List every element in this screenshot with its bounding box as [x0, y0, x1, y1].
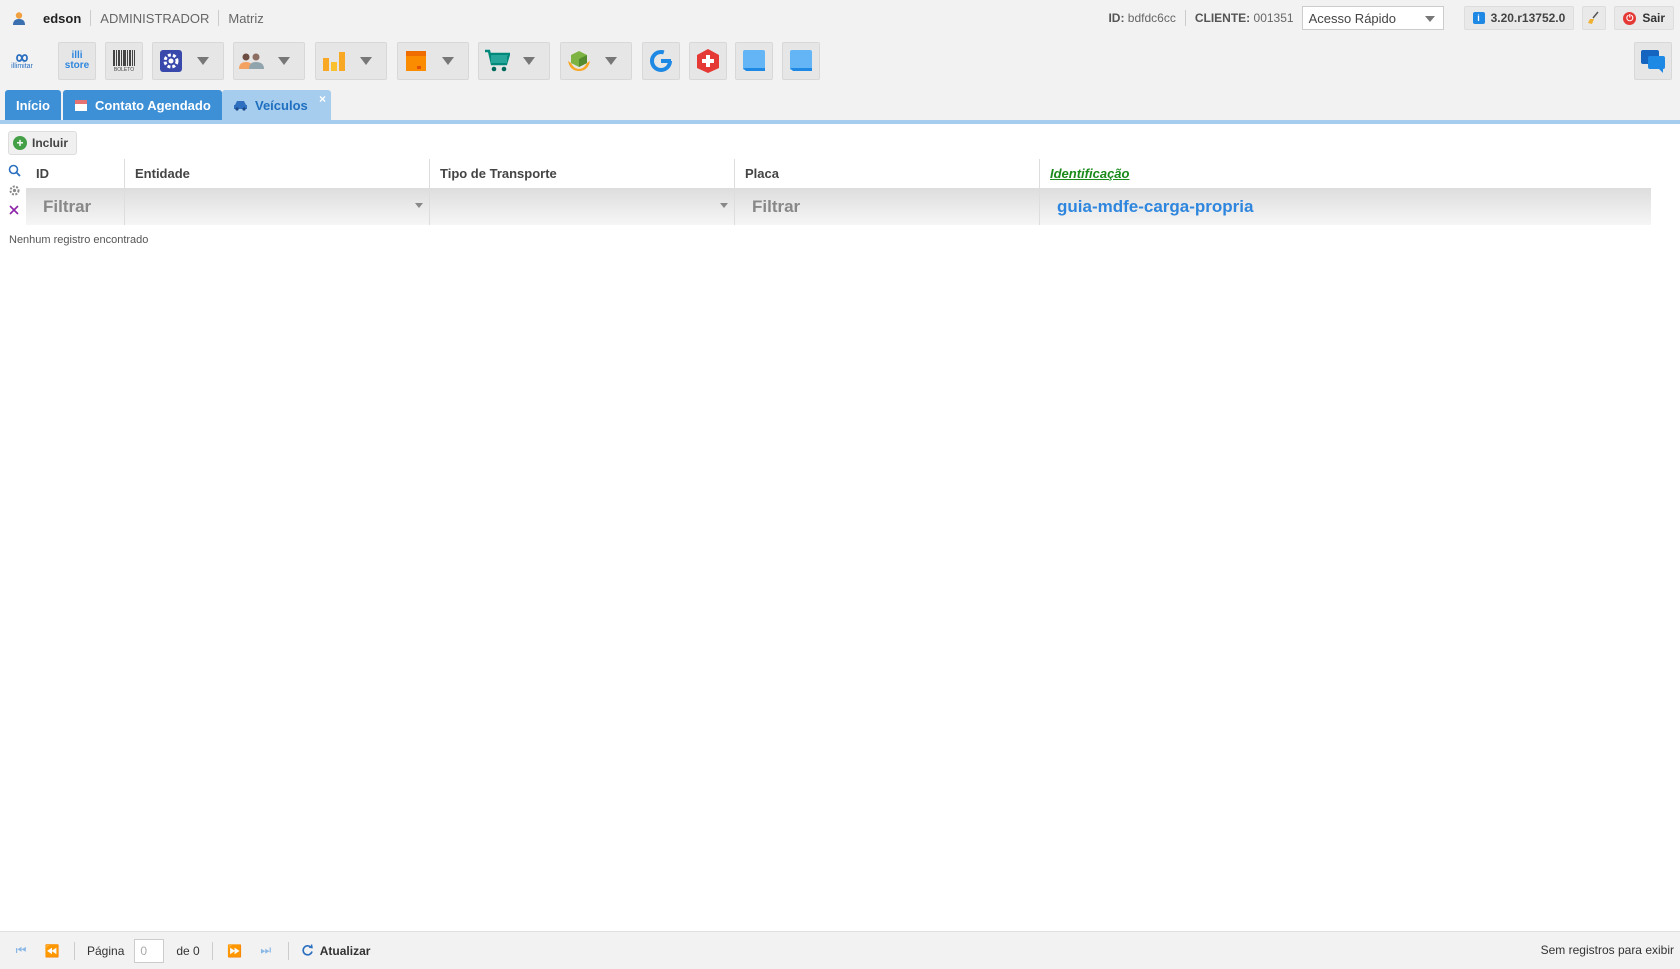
- tab-inicio[interactable]: Início: [5, 90, 61, 120]
- people-icon: [234, 43, 270, 79]
- vehicles-grid: ID Entidade Tipo de Transporte Placa Ide…: [26, 159, 1651, 225]
- chevron-down-icon[interactable]: [270, 43, 298, 79]
- clear-cache-button[interactable]: [1582, 6, 1607, 30]
- close-icon[interactable]: ×: [319, 92, 326, 106]
- column-identificacao[interactable]: Identificação: [1039, 159, 1651, 188]
- illi-store-button[interactable]: illi store: [58, 42, 96, 80]
- refresh-button[interactable]: Atualizar: [301, 944, 370, 958]
- grid-side-tools: [6, 160, 22, 220]
- chevron-down-icon[interactable]: [352, 43, 380, 79]
- note-icon: [736, 43, 772, 79]
- column-id[interactable]: ID: [26, 159, 124, 188]
- page-total: de 0: [176, 943, 200, 958]
- tab-contato-agendado[interactable]: Contato Agendado: [63, 90, 222, 120]
- last-page-icon[interactable]: ⏭: [256, 941, 276, 961]
- branch-name: Matriz: [228, 10, 264, 26]
- filter-placa-input[interactable]: Filtrar: [734, 189, 1039, 225]
- username: edson: [43, 10, 82, 26]
- notes-button[interactable]: [735, 42, 773, 80]
- settings-menu-button[interactable]: [152, 42, 224, 80]
- user-icon: [10, 9, 28, 27]
- sales-menu-button[interactable]: [478, 42, 550, 80]
- chevron-down-icon[interactable]: [515, 43, 543, 79]
- column-tipo-transporte[interactable]: Tipo de Transporte: [429, 159, 734, 188]
- top-bar: edson ADMINISTRADOR Matriz ID: bdfdc6cc …: [0, 0, 1680, 36]
- filter-id-input[interactable]: Filtrar: [26, 189, 124, 225]
- boleto-button[interactable]: BOLETO: [105, 42, 143, 80]
- chevron-down-icon: [1424, 16, 1435, 22]
- chevron-down-icon[interactable]: [434, 43, 462, 79]
- tab-underline: [0, 120, 1680, 124]
- package-hands-icon: [561, 43, 597, 79]
- first-aid-icon: [690, 43, 726, 79]
- illimitar-logo-icon: illimitar: [4, 43, 40, 79]
- filter-entidade-select[interactable]: [124, 189, 429, 225]
- gear-icon[interactable]: [6, 180, 22, 200]
- records-status: Sem registros para exibir: [1540, 943, 1674, 957]
- chat-icon: [1635, 43, 1671, 79]
- store-icon: illi store: [64, 50, 90, 71]
- logistics-menu-button[interactable]: [560, 42, 632, 80]
- barcode-icon: BOLETO: [106, 43, 142, 79]
- power-icon: ⏻: [1623, 11, 1637, 25]
- refresh-icon: [302, 944, 313, 956]
- reports-menu-button[interactable]: [315, 42, 387, 80]
- google-icon: [643, 43, 679, 79]
- gear-icon: [153, 43, 189, 79]
- google-button[interactable]: [642, 42, 680, 80]
- inventory-menu-button[interactable]: [397, 42, 469, 80]
- column-placa[interactable]: Placa: [734, 159, 1039, 188]
- info-icon: i: [1472, 12, 1485, 24]
- user-role: ADMINISTRADOR: [100, 10, 210, 26]
- page-number-input[interactable]: 0: [134, 938, 165, 963]
- grid-header: ID Entidade Tipo de Transporte Placa Ide…: [26, 159, 1651, 189]
- help-button[interactable]: [689, 42, 727, 80]
- tab-bar: Início Contato Agendado Veículos ×: [0, 86, 1680, 120]
- chevron-down-icon: [415, 203, 423, 208]
- client-id: CLIENTE: 001351: [1194, 11, 1294, 25]
- chevron-down-icon[interactable]: [597, 43, 625, 79]
- first-page-icon[interactable]: ⏮: [11, 941, 31, 961]
- search-icon[interactable]: [6, 160, 22, 180]
- people-menu-button[interactable]: [233, 42, 305, 80]
- chevron-down-icon[interactable]: [189, 43, 217, 79]
- version-button[interactable]: i 3.20.r13752.0: [1463, 6, 1575, 30]
- broom-icon: [1588, 11, 1599, 24]
- calendar-icon: [75, 100, 87, 111]
- session-id: ID: bdfdc6cc: [1108, 11, 1176, 25]
- illimitar-logo-button[interactable]: illimitar: [4, 42, 42, 80]
- column-entidade[interactable]: Entidade: [124, 159, 429, 188]
- logout-button[interactable]: ⏻ Sair: [1614, 6, 1674, 30]
- tab-veiculos[interactable]: Veículos ×: [222, 90, 331, 120]
- bar-chart-icon: [316, 43, 352, 79]
- empty-message: Nenhum registro encontrado: [9, 234, 149, 246]
- plus-icon: +: [13, 136, 27, 150]
- car-icon: [234, 101, 247, 111]
- note-icon: [783, 43, 819, 79]
- previous-page-icon[interactable]: ⏪: [42, 941, 62, 961]
- notes2-button[interactable]: [782, 42, 820, 80]
- filter-identificacao-input[interactable]: guia-mdfe-carga-propria: [1039, 189, 1651, 225]
- pagination-bar: ⏮ ⏪ Página 0 de 0 ⏩ ⏭ Atualizar Sem regi…: [0, 931, 1680, 969]
- box-icon: [398, 43, 434, 79]
- next-page-icon[interactable]: ⏩: [225, 941, 245, 961]
- main-toolbar: illimitar illi store BOLETO: [0, 36, 1680, 86]
- include-button[interactable]: + Incluir: [8, 131, 78, 155]
- quick-access-select[interactable]: Acesso Rápido: [1301, 6, 1444, 30]
- page-label: Página: [87, 943, 125, 958]
- filter-tipo-transporte-select[interactable]: [429, 189, 734, 225]
- chat-button[interactable]: [1634, 42, 1672, 80]
- grid-filter-row: Filtrar Filtrar guia-mdfe-carga-propria: [26, 189, 1651, 225]
- cart-icon: [479, 43, 515, 79]
- clear-filter-icon[interactable]: [6, 200, 22, 220]
- chevron-down-icon: [720, 203, 728, 208]
